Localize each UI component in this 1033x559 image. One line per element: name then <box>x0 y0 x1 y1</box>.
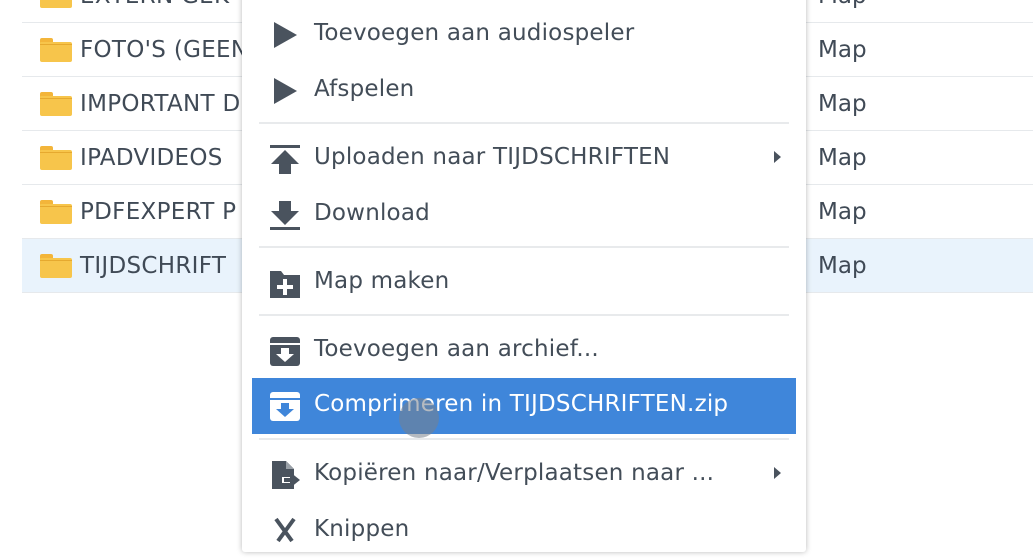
archive-icon <box>270 337 300 366</box>
menu-item-label: Download <box>314 200 430 226</box>
copy-move-icon <box>272 461 300 489</box>
menu-separator <box>259 314 789 316</box>
add-folder-icon <box>270 271 300 298</box>
folder-icon <box>40 200 72 224</box>
folder-icon <box>40 38 72 62</box>
folder-icon <box>40 0 72 8</box>
file-name: IMPORTANT D <box>80 91 241 117</box>
folder-icon <box>40 92 72 116</box>
menu-separator <box>259 246 789 248</box>
context-menu: Toevoegen aan audiospeler Afspelen Uploa… <box>242 0 806 552</box>
menu-item-label: Uploaden naar TIJDSCHRIFTEN <box>314 144 671 170</box>
menu-item-label: Toevoegen aan archief... <box>314 336 599 362</box>
menu-item-add-to-archive[interactable]: Toevoegen aan archief... <box>252 323 796 379</box>
menu-separator <box>259 438 789 440</box>
menu-item-label: Map maken <box>314 268 450 294</box>
menu-item-label: Knippen <box>314 516 410 542</box>
file-type: Map <box>818 199 867 225</box>
play-icon <box>274 78 297 104</box>
archive-icon <box>270 392 300 421</box>
file-name: FOTO'S (GEEN <box>80 37 249 63</box>
file-name: EXTERN GEK <box>80 0 229 9</box>
menu-item-label: Afspelen <box>314 76 415 102</box>
menu-item-label: Comprimeren in TIJDSCHRIFTEN.zip <box>314 391 729 417</box>
submenu-arrow-icon <box>774 467 781 479</box>
file-name: IPADVIDEOS <box>80 145 223 171</box>
menu-item-download[interactable]: Download <box>252 187 796 243</box>
touch-cursor <box>399 398 439 438</box>
file-type: Map <box>818 253 867 279</box>
file-type: Map <box>818 91 867 117</box>
menu-item-create-folder[interactable]: Map maken <box>252 255 796 311</box>
file-type: Map <box>818 37 867 63</box>
file-name: PDFEXPERT P <box>80 199 237 225</box>
menu-item-play[interactable]: Afspelen <box>252 63 796 119</box>
menu-item-cut[interactable]: Knippen <box>252 503 796 559</box>
play-icon <box>274 22 297 48</box>
file-type: Map <box>818 145 867 171</box>
download-icon <box>270 201 300 230</box>
file-type: Map <box>818 0 867 9</box>
menu-item-label: Kopiëren naar/Verplaatsen naar ... <box>314 460 715 486</box>
submenu-arrow-icon <box>774 151 781 163</box>
scissors-icon <box>274 517 296 543</box>
menu-item-copy-move[interactable]: Kopiëren naar/Verplaatsen naar ... <box>252 447 796 503</box>
menu-item-add-to-audio-player[interactable]: Toevoegen aan audiospeler <box>252 7 796 63</box>
menu-item-label: Toevoegen aan audiospeler <box>314 20 635 46</box>
upload-icon <box>270 145 300 174</box>
file-name: TIJDSCHRIFT <box>80 253 227 279</box>
menu-item-compress-zip[interactable]: Comprimeren in TIJDSCHRIFTEN.zip <box>252 378 796 434</box>
folder-icon <box>40 146 72 170</box>
menu-separator <box>259 122 789 124</box>
folder-icon <box>40 254 72 278</box>
menu-item-upload[interactable]: Uploaden naar TIJDSCHRIFTEN <box>252 131 796 187</box>
